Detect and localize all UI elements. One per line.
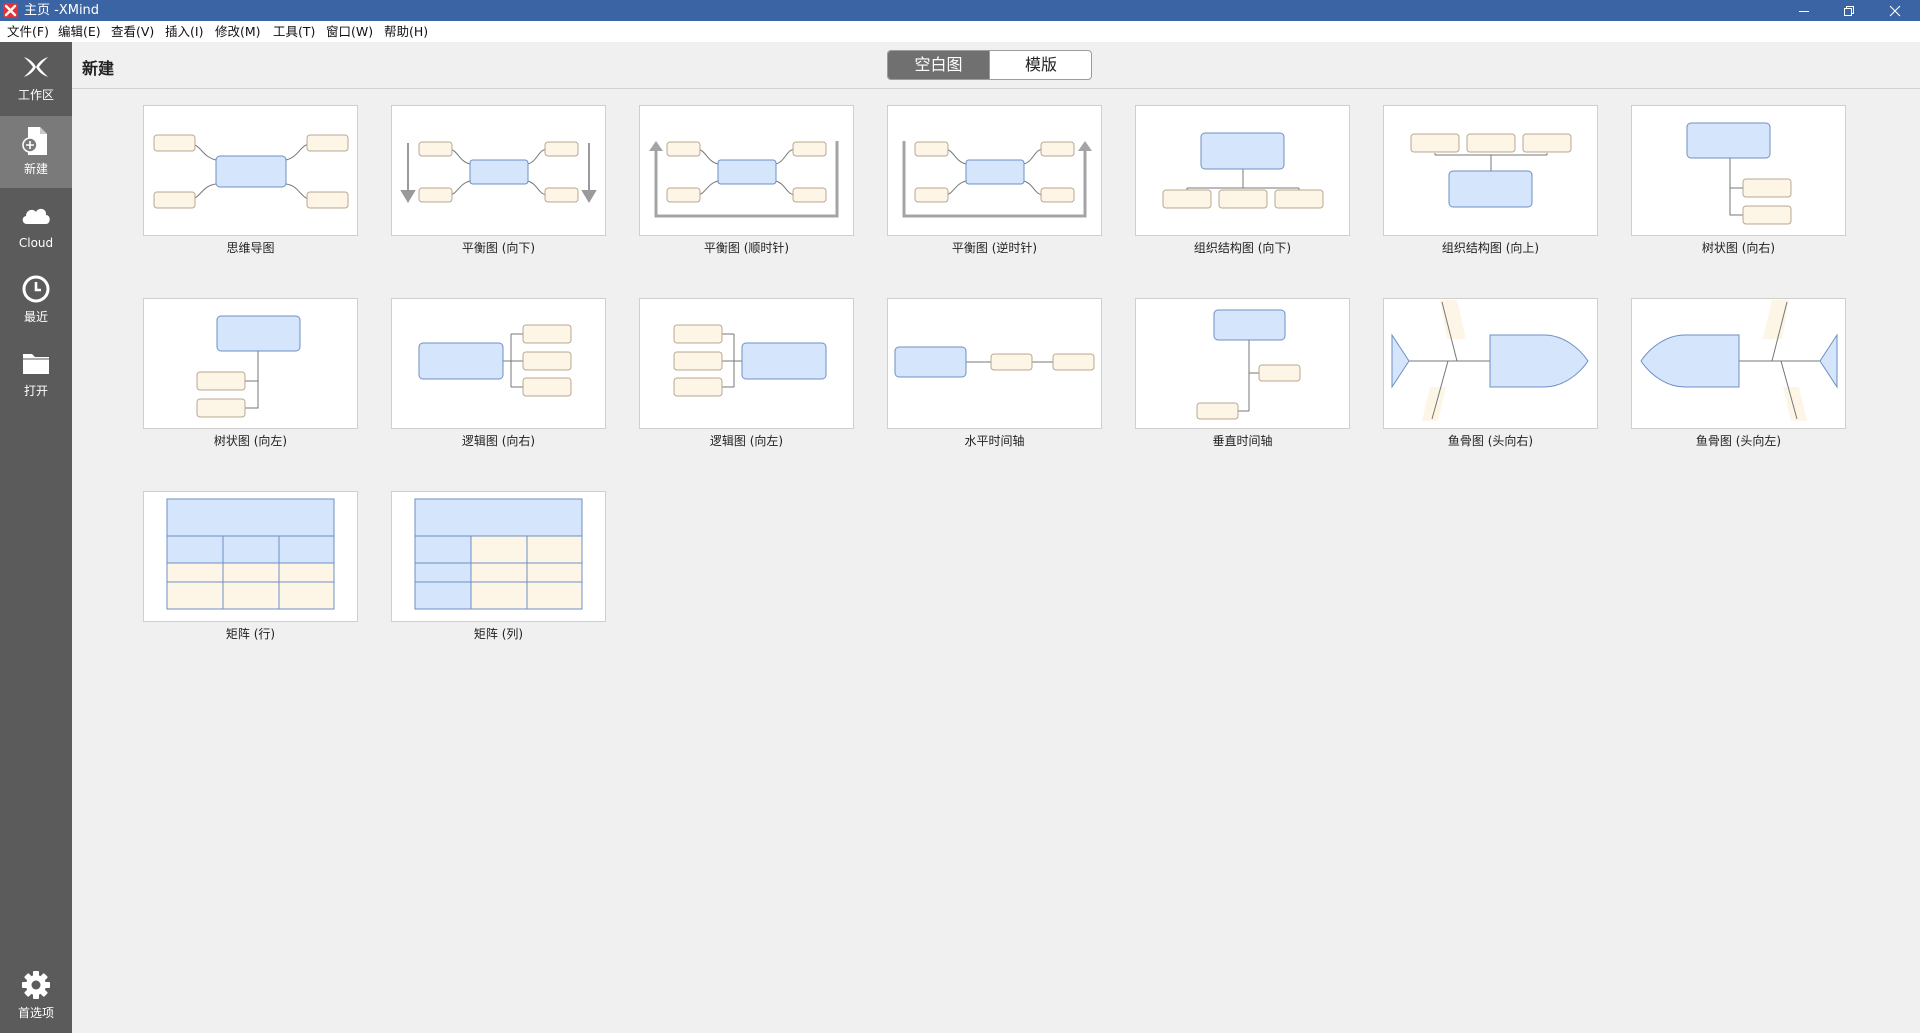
folder-icon [23,354,49,374]
sidebar-item-cloud[interactable]: Cloud [0,190,72,262]
menu-window[interactable]: 窗口(W) [326,24,373,39]
menu-bar: 文件(F) 编辑(E) 查看(V) 插入(I) 修改(M) 工具(T) 窗口(W… [0,21,1920,42]
template-thumbnail [391,298,606,429]
xmind-logo-icon [24,57,48,77]
template-thumbnail [143,105,358,236]
sidebar-item-new[interactable]: 新建 [0,116,72,188]
template-thumbnail [1383,298,1598,429]
menu-file[interactable]: 文件(F) [7,24,49,39]
template-timeline-horizontal[interactable]: 水平时间轴 [887,298,1103,448]
template-label: 鱼骨图 (头向左) [1695,434,1782,448]
template-logic-right[interactable]: 逻辑图 (向右) [391,298,607,448]
sidebar-item-recent[interactable]: 最近 [0,264,72,336]
template-tree-right[interactable]: 树状图 (向右) [1631,105,1847,255]
sidebar-item-workspace[interactable]: 工作区 [0,42,72,114]
template-timeline-vertical[interactable]: 垂直时间轴 [1135,298,1351,448]
template-thumbnail [1135,105,1350,236]
template-matrix-columns[interactable]: 矩阵 (列) [391,491,607,641]
menu-tools[interactable]: 工具(T) [273,24,315,39]
template-label: 逻辑图 (向右) [461,434,536,448]
template-balance-clockwise[interactable]: 平衡图 (顺时针) [639,105,855,255]
template-thumbnail [143,298,358,429]
template-thumbnail [1383,105,1598,236]
template-thumbnail [639,298,854,429]
template-label: 鱼骨图 (头向右) [1447,434,1534,448]
template-label: 树状图 (向右) [1701,241,1776,255]
template-label: 矩阵 (行) [225,627,276,641]
sidebar-item-label: 新建 [23,162,48,176]
page-title: 新建 [82,59,115,78]
sidebar-item-label: 最近 [23,310,48,324]
template-thumbnail [639,105,854,236]
menu-edit[interactable]: 编辑(E) [58,24,101,39]
template-logic-left[interactable]: 逻辑图 (向左) [639,298,855,448]
template-label: 组织结构图 (向下) [1193,241,1292,255]
clock-icon [22,275,50,303]
template-label: 平衡图 (向下) [461,241,536,255]
template-org-chart-down[interactable]: 组织结构图 (向下) [1135,105,1351,255]
sidebar-item-preferences[interactable]: 首选项 [0,960,72,1032]
template-label: 逻辑图 (向左) [709,434,784,448]
template-label: 垂直时间轴 [1212,434,1273,448]
template-label: 平衡图 (顺时针) [703,241,790,255]
template-tree-left[interactable]: 树状图 (向左) [143,298,359,448]
sidebar-item-label: 首选项 [17,1006,54,1020]
template-thumbnail [1135,298,1350,429]
template-thumbnail [391,105,606,236]
template-label: 水平时间轴 [964,434,1025,448]
sidebar-item-label: Cloud [18,236,54,250]
template-thumbnail [887,298,1102,429]
template-label: 平衡图 (逆时针) [951,241,1038,255]
title-bar: 主页 -XMind [0,0,1920,21]
gear-icon [22,971,50,999]
template-balance-counterclockwise[interactable]: 平衡图 (逆时针) [887,105,1103,255]
sidebar: 工作区 新建 Cloud 最近 打开 首选项 [0,42,72,1033]
cloud-icon [22,208,50,224]
tab-templates[interactable]: 模版 [989,51,1091,79]
mode-toggle: 空白图 模版 [887,50,1092,80]
template-thumbnail [391,491,606,622]
template-fishbone-left[interactable]: 鱼骨图 (头向左) [1631,298,1847,448]
sidebar-item-label: 工作区 [17,88,54,102]
template-thumbnail [1631,298,1846,429]
template-fishbone-right[interactable]: 鱼骨图 (头向右) [1383,298,1599,448]
window-title: 主页 -XMind [24,3,100,18]
template-label: 树状图 (向左) [213,434,288,448]
template-matrix-rows[interactable]: 矩阵 (行) [143,491,359,641]
template-label: 组织结构图 (向上) [1441,241,1540,255]
template-org-chart-up[interactable]: 组织结构图 (向上) [1383,105,1599,255]
main-header: 新建 空白图 模版 [72,42,1920,89]
menu-modify[interactable]: 修改(M) [215,24,261,39]
minimize-icon[interactable] [1781,0,1827,21]
template-label: 矩阵 (列) [473,627,524,641]
template-mind-map[interactable]: 思维导图 [143,105,359,255]
sidebar-item-open[interactable]: 打开 [0,338,72,410]
template-thumbnail [1631,105,1846,236]
restore-icon[interactable] [1826,0,1872,21]
menu-view[interactable]: 查看(V) [111,24,154,39]
menu-help[interactable]: 帮助(H) [384,24,428,39]
new-file-icon [22,127,47,155]
sidebar-item-label: 打开 [23,384,48,398]
menu-insert[interactable]: 插入(I) [165,24,203,39]
template-label: 思维导图 [226,241,275,255]
template-balance-down[interactable]: 平衡图 (向下) [391,105,607,255]
template-thumbnail [887,105,1102,236]
template-thumbnail [143,491,358,622]
close-icon[interactable] [1872,0,1918,21]
xmind-app-icon [3,3,18,18]
tab-blank-map[interactable]: 空白图 [888,51,989,79]
